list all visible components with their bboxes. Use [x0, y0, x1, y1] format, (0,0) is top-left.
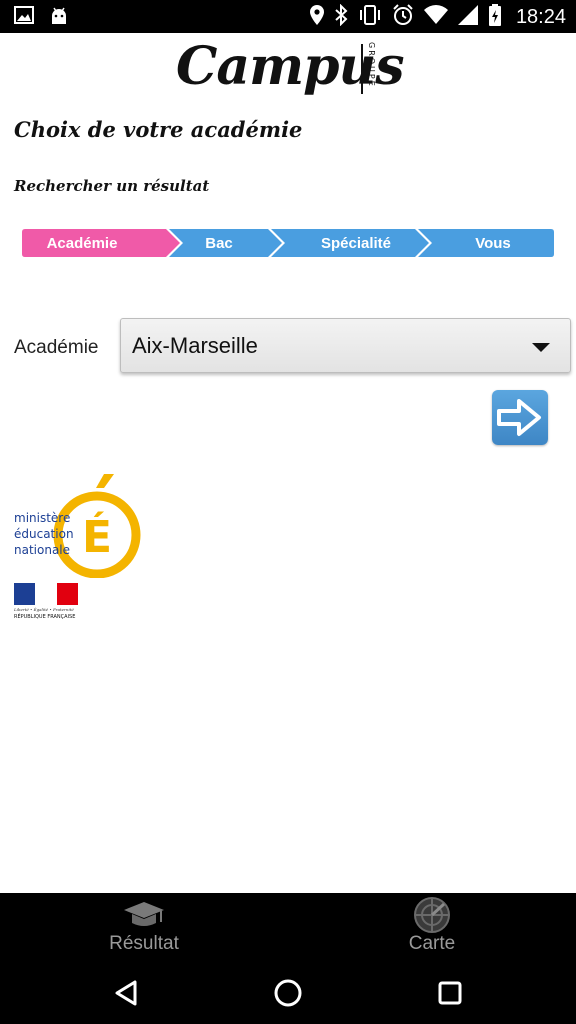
back-icon[interactable] — [108, 975, 144, 1011]
tab-carte[interactable]: Carte — [288, 893, 576, 963]
cell-signal-icon — [457, 5, 478, 29]
ministere-education-logo: É ministère éducation nationale — [12, 474, 144, 578]
tab-carte-label: Carte — [408, 933, 456, 954]
system-navigation-bar — [0, 963, 576, 1024]
vibrate-icon — [358, 5, 382, 29]
tab-resultat-label: Résultat — [109, 933, 179, 954]
radar-map-icon — [412, 896, 452, 938]
step-bac[interactable]: Bac — [169, 229, 282, 257]
location-icon — [309, 5, 324, 29]
step-vous-label: Vous — [475, 235, 511, 252]
status-clock: 18:24 — [515, 5, 566, 28]
step-progress: Académie Bac Spécialité Vous — [22, 229, 554, 257]
step-specialite-label: Spécialité — [321, 235, 391, 252]
tab-resultat[interactable]: Résultat — [0, 893, 288, 963]
step-bac-label: Bac — [205, 235, 233, 252]
alarm-icon — [392, 4, 414, 30]
android-debug-icon — [50, 6, 68, 30]
ministere-line-1: ministère — [14, 511, 71, 525]
wifi-icon — [423, 5, 448, 29]
logo-side-text: GROUPE — [367, 42, 376, 88]
bottom-tab-bar: Résultat Carte — [0, 893, 576, 963]
bluetooth-icon — [334, 3, 348, 30]
chevron-down-icon — [532, 343, 550, 352]
battery-charging-icon — [488, 4, 502, 30]
campus-logo: Campus GROUPE — [176, 36, 405, 114]
next-button[interactable] — [492, 390, 548, 445]
recents-icon[interactable] — [432, 975, 468, 1011]
page-subtitle: Rechercher un résultat — [14, 177, 210, 195]
image-notification-icon — [14, 6, 34, 30]
academie-label: Académie — [14, 337, 99, 358]
rf-motto: Liberté • Égalité • Fraternité — [14, 607, 74, 612]
page-title: Choix de votre académie — [14, 117, 303, 142]
ministere-line-3: nationale — [14, 543, 71, 557]
ministere-letter: É — [82, 510, 112, 563]
rf-name: RÉPUBLIQUE FRANÇAISE — [14, 614, 76, 620]
arrow-right-icon — [497, 399, 541, 436]
academie-selected-value: Aix-Marseille — [132, 333, 258, 358]
graduation-cap-icon — [122, 896, 166, 936]
step-vous[interactable]: Vous — [418, 229, 554, 257]
republique-francaise-logo: Liberté • Égalité • Fraternité RÉPUBLIQU… — [14, 583, 80, 623]
rf-flag — [14, 583, 78, 605]
ministere-line-2: éducation — [14, 527, 74, 541]
home-icon[interactable] — [270, 975, 306, 1011]
step-academie-label: Académie — [47, 235, 118, 252]
step-academie[interactable]: Académie — [22, 229, 180, 257]
step-specialite[interactable]: Spécialité — [271, 229, 429, 257]
status-bar: 18:24 — [0, 0, 576, 33]
logo-divider — [361, 44, 363, 94]
ministere-words: ministère éducation nationale — [14, 510, 74, 558]
academie-select[interactable]: Aix-Marseille — [120, 318, 571, 373]
